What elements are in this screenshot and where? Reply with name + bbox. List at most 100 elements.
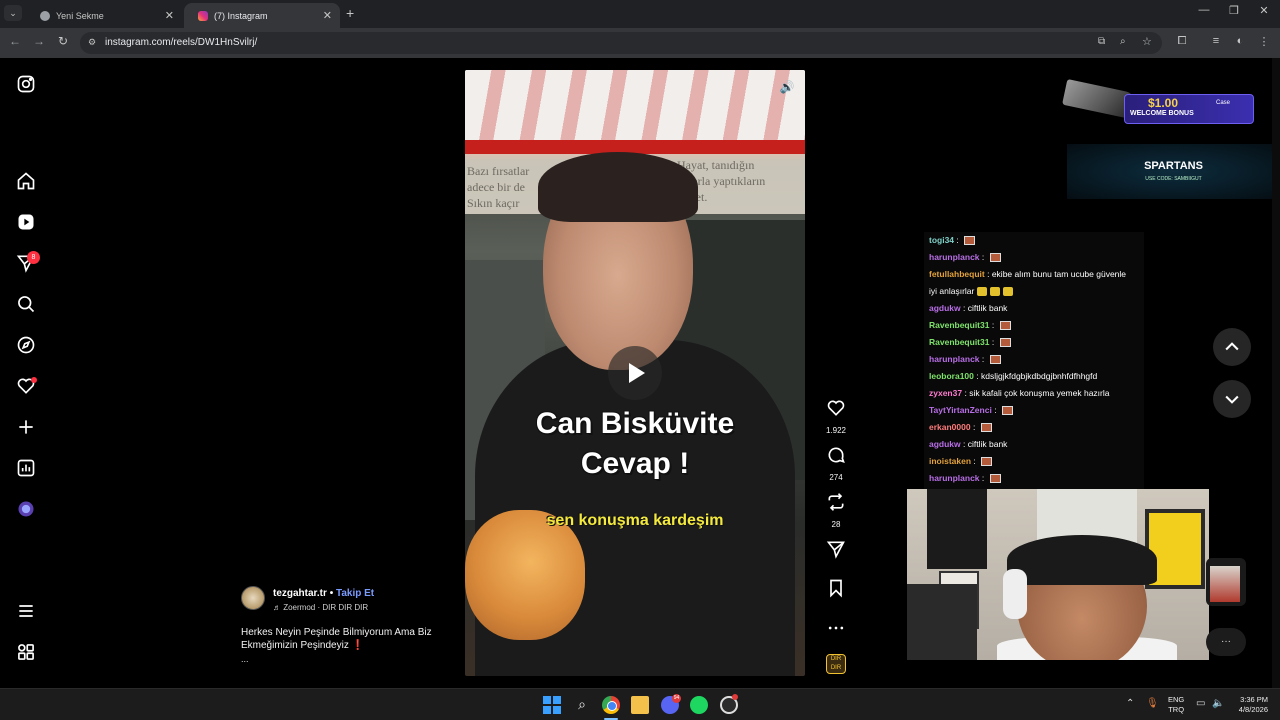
clock-time: 3:36 PM xyxy=(1240,695,1268,704)
microphone-icon[interactable]: 🎙 xyxy=(1146,698,1159,709)
chat-message: Ravenbequit31 : xyxy=(924,334,1144,351)
back-icon[interactable]: ← xyxy=(6,34,24,48)
author-avatar[interactable] xyxy=(241,586,265,610)
profile-avatar-icon[interactable]: ◐ xyxy=(1232,35,1248,47)
chat-message: TaytYirtanZenci : xyxy=(924,402,1144,419)
repost-button[interactable]: 28 xyxy=(820,492,852,529)
also-from-meta-icon[interactable] xyxy=(16,642,36,662)
tray-overflow-icon[interactable]: ⌃ xyxy=(1126,698,1134,709)
reel-description: Herkes Neyin Peşinde Bilmiyorum Ama Biz … xyxy=(241,626,451,652)
video-subtitle: sen konuşma kardeşim xyxy=(546,512,724,529)
start-menu-icon[interactable] xyxy=(543,696,561,714)
install-app-icon[interactable]: ⧉ xyxy=(1098,36,1105,47)
thumbnail-more-button[interactable]: ··· xyxy=(1206,628,1246,656)
next-reel-thumbnail[interactable] xyxy=(1206,558,1246,606)
chevron-up-icon xyxy=(1225,342,1239,351)
previous-reel-button[interactable] xyxy=(1213,328,1251,366)
chat-username: agdukw xyxy=(929,303,961,313)
chat-message: leobora100 : kdsljgjkfdgbjkdbdgjbnhfdfhh… xyxy=(924,368,1144,385)
network-icon[interactable]: ▭ xyxy=(1196,698,1205,709)
share-button[interactable] xyxy=(820,539,852,564)
close-window-button[interactable]: ✕ xyxy=(1252,4,1276,17)
comment-count: 274 xyxy=(829,473,843,482)
save-button[interactable] xyxy=(820,578,852,603)
caption-line: Can Bisküvite xyxy=(535,407,735,440)
spotify-icon[interactable] xyxy=(690,696,708,714)
site-info-icon[interactable]: ⚙ xyxy=(88,37,96,48)
instagram-reels-page: 8 Bazı fırsatlar adece bir de Sıkın kaçı… xyxy=(0,58,1280,688)
dashboard-icon[interactable] xyxy=(16,458,36,478)
reel-video[interactable]: Bazı fırsatlar adece bir de Sıkın kaçır … xyxy=(465,70,805,676)
search-icon[interactable]: ⌕ xyxy=(573,696,591,714)
extensions-icon[interactable]: ⧠ xyxy=(1174,35,1190,48)
page-scrollbar[interactable] xyxy=(1272,58,1280,688)
ad-title: SPARTANS xyxy=(1144,160,1203,172)
chat-message: agdukw : ciftlik bank xyxy=(924,436,1144,453)
volume-icon[interactable]: 🔊 xyxy=(777,80,797,98)
more-menu-icon[interactable] xyxy=(16,601,36,621)
chat-colon: : xyxy=(971,456,979,466)
restore-button[interactable]: ❐ xyxy=(1222,4,1246,17)
tab-search-button[interactable]: ⌄ xyxy=(4,5,22,21)
close-tab-icon[interactable]: ✕ xyxy=(323,9,332,22)
comment-button[interactable]: 274 xyxy=(820,445,852,482)
more-options-button[interactable] xyxy=(820,618,852,643)
chat-message: inoistaken : xyxy=(924,453,1144,470)
reload-icon[interactable]: ↻ xyxy=(54,34,72,48)
chat-text: ciftlik bank xyxy=(967,439,1008,449)
chat-message: Ravenbequit31 : xyxy=(924,317,1144,334)
follow-button[interactable]: Takip Et xyxy=(336,588,374,599)
notification-badge: 8 xyxy=(27,251,40,264)
reels-icon[interactable] xyxy=(16,212,36,232)
ad-brand: Case xyxy=(1216,100,1231,106)
chat-colon: : xyxy=(984,269,992,279)
home-icon[interactable] xyxy=(16,171,36,191)
new-tab-button[interactable]: + xyxy=(346,5,354,21)
minimize-button[interactable]: — xyxy=(1192,4,1216,16)
language-indicator[interactable]: ENG TRQ xyxy=(1168,695,1184,715)
bookmark-star-icon[interactable]: ☆ xyxy=(1142,35,1152,48)
tab-instagram[interactable]: (7) Instagram ✕ xyxy=(184,3,340,28)
share-icon xyxy=(826,541,845,559)
play-button[interactable] xyxy=(608,346,662,400)
thumbnail-image xyxy=(1210,566,1240,602)
reading-list-icon[interactable]: ≡ xyxy=(1208,35,1224,47)
chat-colon: : xyxy=(979,473,987,483)
description-emoji: ❗ xyxy=(351,640,365,651)
file-explorer-icon[interactable] xyxy=(631,696,649,714)
profile-avatar[interactable] xyxy=(16,499,36,519)
chat-text: ciftlik bank xyxy=(967,303,1008,313)
audio-thumbnail[interactable]: DIR DIR xyxy=(826,654,846,674)
ad-amount: $1.00 xyxy=(1148,96,1179,110)
lang-primary: ENG xyxy=(1168,695,1185,704)
chat-username: togi34 xyxy=(929,235,955,245)
chat-emote-icon xyxy=(999,338,1011,348)
zoom-icon[interactable]: ⌕ xyxy=(1120,36,1126,47)
menu-dots-icon[interactable]: ⋮ xyxy=(1256,35,1272,48)
person-hair xyxy=(538,152,698,222)
volume-icon[interactable]: 🔈 xyxy=(1212,698,1224,709)
forward-icon[interactable]: → xyxy=(30,34,48,48)
instagram-logo-icon[interactable] xyxy=(16,74,36,94)
system-clock[interactable]: 3:36 PM 4/8/2026 xyxy=(1230,695,1268,715)
more-text-button[interactable]: ... xyxy=(241,654,249,664)
chat-colon: : xyxy=(979,252,987,262)
stream-chat: togi34 : harunplanck : fetullahbequit : … xyxy=(924,232,1144,490)
tab-new-tab[interactable]: Yeni Sekme ✕ xyxy=(26,3,182,28)
search-icon[interactable] xyxy=(16,294,36,314)
audio-track[interactable]: ♬ Zoermod · DIR DIR DIR xyxy=(273,603,368,612)
next-reel-button[interactable] xyxy=(1213,380,1251,418)
chat-username: harunplanck xyxy=(929,252,980,262)
close-tab-icon[interactable]: ✕ xyxy=(165,9,174,22)
notification-dot xyxy=(31,377,37,383)
author-username[interactable]: tezgahtar.tr xyxy=(273,588,327,599)
address-bar[interactable]: ⚙ instagram.com/reels/DW1HnSvilrj/ ⧉ ⌕ ☆ xyxy=(80,32,1162,54)
chrome-icon[interactable] xyxy=(602,696,620,714)
instagram-sidebar: 8 xyxy=(0,58,54,688)
create-plus-icon[interactable] xyxy=(16,417,36,437)
like-button[interactable]: 1.922 xyxy=(820,398,852,435)
chat-message: harunplanck : xyxy=(924,351,1144,368)
explore-compass-icon[interactable] xyxy=(16,335,36,355)
tab-title: (7) Instagram xyxy=(214,10,268,21)
chat-emote-icon xyxy=(989,355,1001,365)
